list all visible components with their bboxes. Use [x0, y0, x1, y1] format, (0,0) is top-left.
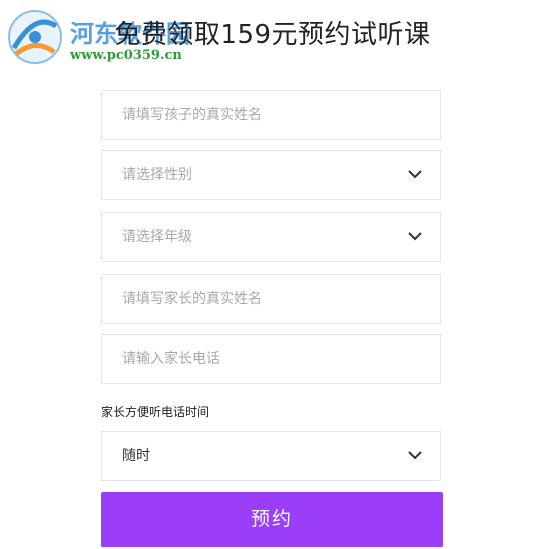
call-time-label: 家长方便听电话时间 — [101, 405, 210, 419]
parent-name-input[interactable]: 请填写家长的真实姓名 — [101, 274, 441, 324]
gender-select[interactable]: 请选择性别 — [101, 150, 441, 200]
child-name-placeholder: 请填写孩子的真实姓名 — [122, 107, 262, 123]
chevron-down-icon — [408, 232, 422, 241]
grade-select[interactable]: 请选择年级 — [101, 212, 441, 262]
grade-placeholder: 请选择年级 — [122, 229, 192, 245]
chevron-down-icon — [408, 170, 422, 179]
parent-phone-placeholder: 请输入家长电话 — [122, 351, 220, 367]
parent-name-placeholder: 请填写家长的真实姓名 — [122, 291, 262, 307]
chevron-down-icon — [408, 451, 422, 460]
call-time-value: 随时 — [122, 448, 150, 464]
parent-phone-input[interactable]: 请输入家长电话 — [101, 334, 441, 384]
child-name-input[interactable]: 请填写孩子的真实姓名 — [101, 90, 441, 140]
submit-button[interactable]: 预约 — [101, 492, 443, 547]
call-time-select[interactable]: 随时 — [101, 431, 441, 481]
page-title: 免费领取159元预约试听课 — [114, 20, 431, 50]
gender-placeholder: 请选择性别 — [122, 167, 192, 183]
